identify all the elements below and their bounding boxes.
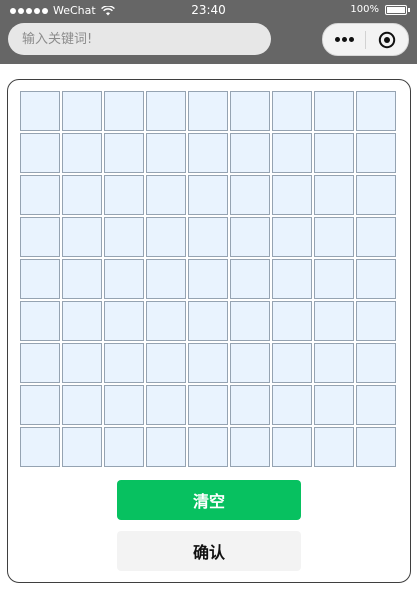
grid-cell[interactable]: [62, 175, 102, 215]
mini-program-capsule: [322, 23, 409, 56]
grid-cell[interactable]: [272, 301, 312, 341]
grid-cell[interactable]: [62, 385, 102, 425]
grid-cell[interactable]: [104, 133, 144, 173]
grid-cell[interactable]: [20, 385, 60, 425]
grid-cell[interactable]: [188, 427, 228, 467]
grid-cell[interactable]: [230, 385, 270, 425]
search-input[interactable]: [8, 23, 271, 55]
grid-cell[interactable]: [188, 259, 228, 299]
grid-cell[interactable]: [62, 91, 102, 131]
grid-cell[interactable]: [104, 259, 144, 299]
grid-cell[interactable]: [314, 301, 354, 341]
grid-cell[interactable]: [272, 91, 312, 131]
grid-cell[interactable]: [272, 259, 312, 299]
grid-cell[interactable]: [356, 175, 396, 215]
grid-cell[interactable]: [230, 301, 270, 341]
grid-cell[interactable]: [272, 427, 312, 467]
status-right: 100%: [350, 4, 410, 15]
grid-cell[interactable]: [104, 427, 144, 467]
grid-cell[interactable]: [20, 259, 60, 299]
grid-cell[interactable]: [188, 217, 228, 257]
grid-cell[interactable]: [230, 175, 270, 215]
grid-cell[interactable]: [272, 217, 312, 257]
grid-cell[interactable]: [188, 175, 228, 215]
confirm-button[interactable]: 确认: [117, 531, 301, 571]
grid-cell[interactable]: [62, 343, 102, 383]
grid-cell[interactable]: [314, 385, 354, 425]
more-dots-icon: [334, 37, 354, 42]
grid-cell[interactable]: [146, 301, 186, 341]
grid-cell[interactable]: [104, 175, 144, 215]
grid-cell[interactable]: [146, 385, 186, 425]
grid-cell[interactable]: [356, 133, 396, 173]
clear-button[interactable]: 清空: [117, 480, 301, 520]
top-bar: WeChat 23:40 100%: [0, 0, 417, 64]
grid-cell[interactable]: [314, 427, 354, 467]
grid-cell[interactable]: [104, 217, 144, 257]
grid-cell[interactable]: [314, 343, 354, 383]
grid-cell[interactable]: [104, 301, 144, 341]
cell-grid: [20, 91, 398, 469]
grid-cell[interactable]: [272, 343, 312, 383]
grid-cell[interactable]: [230, 343, 270, 383]
battery-percent: 100%: [350, 4, 379, 15]
status-bar: WeChat 23:40 100%: [0, 0, 417, 22]
grid-cell[interactable]: [356, 259, 396, 299]
grid-cell[interactable]: [314, 175, 354, 215]
grid-cell[interactable]: [188, 301, 228, 341]
more-button[interactable]: [323, 24, 365, 55]
grid-cell[interactable]: [356, 91, 396, 131]
grid-cell[interactable]: [146, 175, 186, 215]
grid-cell[interactable]: [314, 217, 354, 257]
target-circle-icon: [378, 31, 396, 48]
grid-cell[interactable]: [146, 91, 186, 131]
grid-cell[interactable]: [230, 133, 270, 173]
grid-cell[interactable]: [272, 175, 312, 215]
grid-cell[interactable]: [146, 259, 186, 299]
grid-cell[interactable]: [20, 343, 60, 383]
grid-cell[interactable]: [62, 301, 102, 341]
grid-cell[interactable]: [272, 385, 312, 425]
grid-cell[interactable]: [20, 427, 60, 467]
grid-cell[interactable]: [188, 133, 228, 173]
grid-cell[interactable]: [20, 217, 60, 257]
grid-cell[interactable]: [356, 301, 396, 341]
grid-cell[interactable]: [146, 343, 186, 383]
grid-cell[interactable]: [230, 217, 270, 257]
grid-cell[interactable]: [188, 385, 228, 425]
grid-cell[interactable]: [62, 259, 102, 299]
grid-cell[interactable]: [104, 343, 144, 383]
grid-cell[interactable]: [230, 427, 270, 467]
grid-cell[interactable]: [62, 427, 102, 467]
grid-cell[interactable]: [272, 133, 312, 173]
close-button[interactable]: [366, 24, 408, 55]
grid-cell[interactable]: [20, 175, 60, 215]
grid-cell[interactable]: [356, 427, 396, 467]
grid-cell[interactable]: [188, 91, 228, 131]
grid-cell[interactable]: [146, 133, 186, 173]
grid-cell[interactable]: [20, 301, 60, 341]
battery-icon: [385, 4, 410, 15]
grid-cell[interactable]: [20, 91, 60, 131]
grid-cell[interactable]: [62, 217, 102, 257]
grid-cell[interactable]: [230, 91, 270, 131]
grid-cell[interactable]: [314, 133, 354, 173]
grid-cell[interactable]: [146, 217, 186, 257]
grid-cell[interactable]: [356, 217, 396, 257]
grid-cell[interactable]: [146, 427, 186, 467]
grid-cell[interactable]: [62, 133, 102, 173]
grid-cell[interactable]: [104, 385, 144, 425]
grid-cell[interactable]: [188, 343, 228, 383]
grid-cell[interactable]: [230, 259, 270, 299]
grid-cell[interactable]: [20, 133, 60, 173]
grid-cell[interactable]: [104, 91, 144, 131]
grid-cell[interactable]: [314, 259, 354, 299]
grid-cell[interactable]: [314, 91, 354, 131]
grid-cell[interactable]: [356, 343, 396, 383]
grid-cell[interactable]: [356, 385, 396, 425]
